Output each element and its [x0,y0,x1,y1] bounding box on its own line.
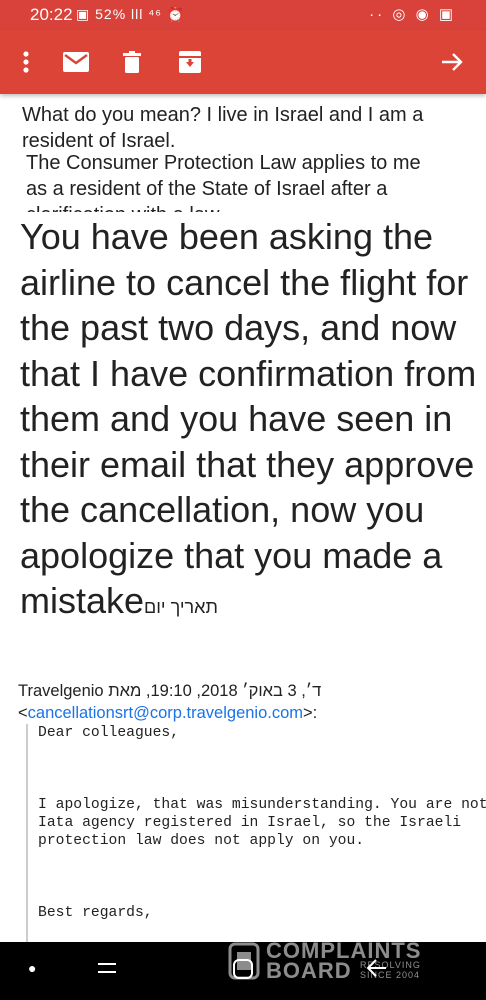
email-body-main: You have been asking the airline to canc… [20,216,477,621]
reply-header-sender: <cancellationsrt@corp.travelgenio.com>: [18,704,318,722]
quote-body: I apologize, that was misunderstanding. … [38,797,486,849]
quote-greeting: Dear colleagues, [38,725,180,741]
reply-header: ד׳, 3 באוק׳ 2018, 19:10, מאת Travelgenio… [18,680,478,724]
nav-recents-icon[interactable] [96,958,118,984]
status-right-icons: ·· ◎ ◉ ▣ [369,6,456,23]
watermark-logo-icon [228,942,260,980]
email-content: What do you mean? I live in Israel and I… [0,94,486,942]
complaintsboard-watermark: COMPLAINTS BOARD RESOLVING SINCE 2004 [228,938,468,983]
reply-header-date: ד׳, 3 באוק׳ 2018, 19:10, מאת Travelgenio [18,682,322,700]
status-bar: 20:22 ▣ 52% lll ⁴⁶ ⏰ ·· ◎ ◉ ▣ [0,0,486,30]
app-toolbar [0,30,486,94]
sender-email-link[interactable]: cancellationsrt@corp.travelgenio.com [28,704,303,722]
quoted-message-line2: The Consumer Protection Law applies to m… [26,152,421,212]
watermark-line2: BOARD [266,958,352,983]
hebrew-date-label: תאריך יום [144,597,218,617]
status-left-icons: ▣ 52% lll ⁴⁶ ⏰ [76,6,186,22]
mail-icon[interactable] [60,46,92,78]
archive-icon[interactable] [174,46,206,78]
watermark-tagline: RESOLVING SINCE 2004 [360,960,421,980]
quote-closing: Best regards, [38,905,153,921]
delete-icon[interactable] [116,46,148,78]
quoted-message-line1: What do you mean? I live in Israel and I… [22,104,424,152]
more-vert-icon[interactable] [10,46,42,78]
arrow-forward-icon[interactable] [436,46,468,78]
nav-dot-icon[interactable]: ● [28,960,36,976]
status-time: 20:22 [30,5,73,24]
quoted-reply-block: Dear colleagues, I apologize, that was m… [26,724,486,942]
email-body-text: You have been asking the airline to canc… [20,214,480,631]
